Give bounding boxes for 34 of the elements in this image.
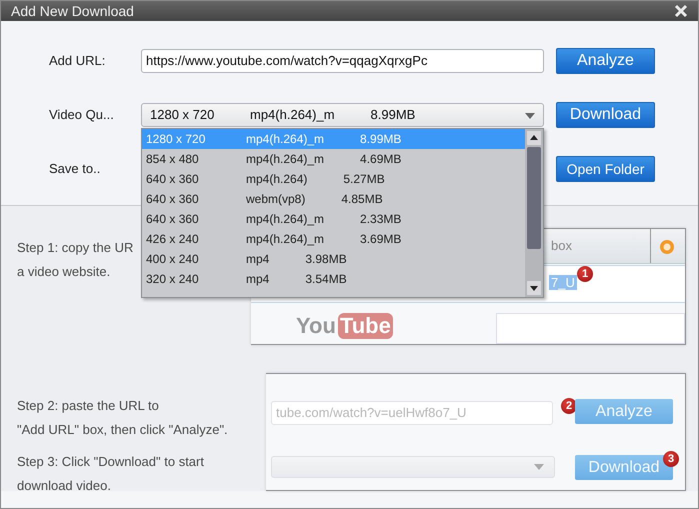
quality-option[interactable]: 640 x 360 mp4(h.264)_m 2.33MB [142,209,525,229]
scrollbar[interactable] [525,129,543,297]
url-field[interactable]: https://www.youtube.com/watch?v=qqagXqrxgPc [141,48,544,72]
quality-dropdown[interactable]: 1280 x 720 mp4(h.264)_m 8.99MB [141,102,544,126]
step-text: Step 3: Click "Download" to start [17,453,204,471]
browser-logo-icon [658,237,676,255]
step-text: download video. [17,477,111,495]
caret-icon [525,112,535,118]
quality-label: Video Qu... [49,107,115,122]
quality-option[interactable]: 426 x 240 mp4(h.264)_m 3.69MB [142,229,525,249]
save-label: Save to.. [49,161,102,176]
step-text: Step 1: copy the UR [17,239,134,257]
video-site-logo: You Tube [296,313,393,339]
selected-url-text: 7_U [549,275,577,290]
download-button[interactable]: Download [556,102,655,128]
scroll-up-icon[interactable] [527,131,541,145]
window-title: Add New Download [11,3,134,19]
step-text: "Add URL" box, then click "Analyze". [17,421,228,439]
analyze-button-example: Analyze [575,399,673,424]
url-field-example: tube.com/watch?v=uelHwf8o7_U [271,401,553,425]
caret-icon [534,464,544,470]
quality-option[interactable]: 640 x 360 mp4(h.264) 5.27MB [142,169,525,189]
close-icon[interactable] [674,4,688,18]
url-label: Add URL: [49,53,106,68]
step-badge: 3 [663,451,679,467]
open-folder-button[interactable]: Open Folder [556,156,655,182]
step-text: Step 2: paste the URL to [17,397,159,415]
scroll-down-icon[interactable] [527,281,541,295]
quality-option[interactable]: 400 x 240 mp4 3.98MB [142,249,525,269]
step-text: a video website. [17,263,110,281]
analyze-button[interactable]: Analyze [556,48,655,74]
quality-option[interactable]: 320 x 240 mp4 3.54MB [142,269,525,289]
quality-option[interactable]: 640 x 360 webm(vp8) 4.85MB [142,189,525,209]
quality-option[interactable]: 854 x 480 mp4(h.264)_m 4.69MB [142,149,525,169]
